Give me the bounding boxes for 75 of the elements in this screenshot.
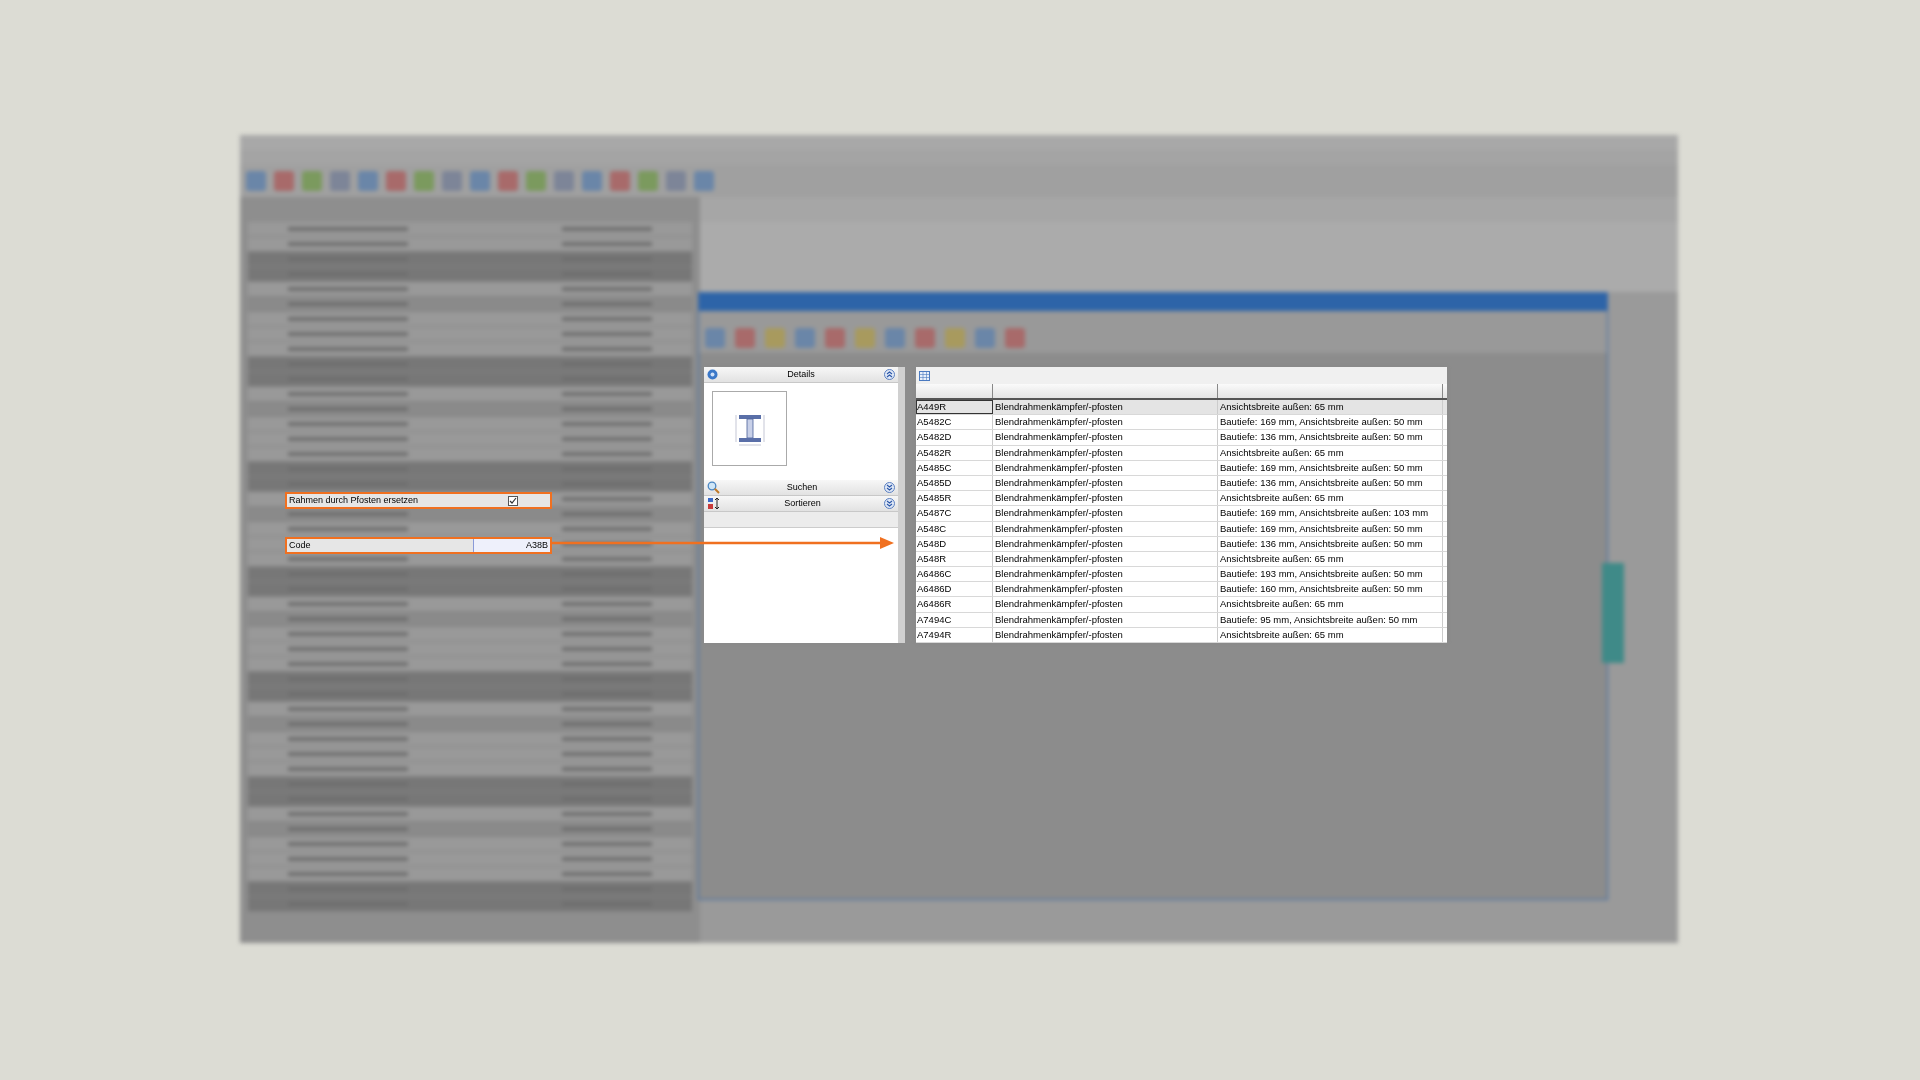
table-cell: Bautiefe: 169 mm, Ansichtsbreite außen: 50 mm: [1218, 460, 1443, 475]
section-title: Sortieren: [783, 496, 822, 510]
table-cell: Blendrahmenkämpfer/-pfosten: [993, 475, 1218, 491]
table-cell: Ansichtsbreite außen: 65 mm: [1218, 445, 1443, 460]
table-cell: Ansichtsbreite außen: 65 mm: [1218, 627, 1443, 642]
table-cell: Bautiefe: 136 mm, Ansichtsbreite außen: 50 mm: [1218, 430, 1443, 445]
table-cell: Blendrahmenkämpfer/-pfosten: [993, 536, 1218, 551]
code-field[interactable]: A38B: [473, 539, 550, 552]
table-cell: Blendrahmenkämpfer/-pfosten: [993, 612, 1218, 627]
table-cell: Blendrahmenkämpfer/-pfosten: [993, 430, 1218, 445]
table-cell: Ansichtsbreite außen: 65 mm: [1218, 597, 1443, 612]
table-cell: A449R: [916, 400, 993, 415]
table-cell: Bautiefe: 169 mm, Ansichtsbreite außen: 50 mm: [1218, 415, 1443, 430]
table-cell: Bautiefe: 136 mm, Ansichtsbreite außen: 50 mm: [1218, 536, 1443, 551]
table-cell: Ansichtsbreite außen: 65 mm: [1218, 491, 1443, 506]
table-cell: Bautiefe: 193 mm, Ansichtsbreite außen: 50 mm: [1218, 567, 1443, 582]
table-cell: Bautiefe: 95 mm, Ansichtsbreite außen: 50 mm: [1218, 612, 1443, 627]
table-cell: A548C: [916, 521, 993, 536]
table-cell: A548D: [916, 536, 993, 551]
table-cell: Blendrahmenkämpfer/-pfosten: [993, 506, 1218, 521]
table-cell: Blendrahmenkämpfer/-pfosten: [993, 567, 1218, 582]
search-icon: [707, 481, 720, 494]
section-header[interactable]: Sortieren: [704, 496, 898, 512]
property-row[interactable]: Rahmen durch Pfosten ersetzen: [285, 492, 552, 509]
table-cell: Blendrahmenkämpfer/-pfosten: [993, 445, 1218, 460]
table-cell: Ansichtsbreite außen: 65 mm: [1218, 551, 1443, 567]
table-row[interactable]: A449R Blendrahmenkämpfer/-pfosten Ansichtsbreite außen: 65 mm: [916, 400, 1447, 416]
expand-icon[interactable]: [884, 482, 895, 493]
table-cell: A5482C: [916, 415, 993, 430]
table-cell: Ansichtsbreite außen: 65 mm: [1218, 400, 1443, 415]
table-cell: A5485R: [916, 491, 993, 506]
property-label: Code: [288, 538, 312, 552]
table-row[interactable]: A6486R Blendrahmenkämpfer/-pfosten Ansichtsbreite außen: 65 mm: [916, 597, 1447, 613]
section-header[interactable]: Suchen: [704, 480, 898, 496]
table-row[interactable]: A6486C Blendrahmenkämpfer/-pfosten Bautiefe: 193 mm, Ansichtsbreite außen: 50 mm: [916, 567, 1447, 583]
table-cell: A5482R: [916, 445, 993, 460]
table-cell: Blendrahmenkämpfer/-pfosten: [993, 491, 1218, 506]
table-cell: Bautiefe: 169 mm, Ansichtsbreite außen: 50 mm: [1218, 521, 1443, 536]
table-cell: A6486D: [916, 582, 993, 597]
table-cell: Bautiefe: 160 mm, Ansichtsbreite außen: 50 mm: [1218, 582, 1443, 597]
section-header[interactable]: Details: [704, 367, 898, 383]
table-cell: Bautiefe: 169 mm, Ansichtsbreite außen: 103 mm: [1218, 506, 1443, 521]
sort-icon: [707, 497, 721, 510]
table-cell: Blendrahmenkämpfer/-pfosten: [993, 400, 1218, 415]
table-cell: Blendrahmenkämpfer/-pfosten: [993, 460, 1218, 475]
table-cell: A5482D: [916, 430, 993, 445]
table-cell: A548R: [916, 551, 993, 567]
table-cell: A7494R: [916, 627, 993, 642]
table-cell: A7494C: [916, 612, 993, 627]
collapse-icon[interactable]: [884, 369, 895, 380]
table-cell: A5485D: [916, 475, 993, 491]
table-icon[interactable]: [919, 370, 930, 381]
table-cell: A6486C: [916, 567, 993, 582]
property-label: Rahmen durch Pfosten ersetzen: [288, 493, 420, 507]
table-row[interactable]: A5482D Blendrahmenkämpfer/-pfosten Bautiefe: 136 mm, Ansichtsbreite außen: 50 mm: [916, 430, 1447, 446]
table-cell: Blendrahmenkämpfer/-pfosten: [993, 627, 1218, 642]
checkbox[interactable]: [508, 495, 518, 506]
table-row[interactable]: A6486D Blendrahmenkämpfer/-pfosten Bautiefe: 160 mm, Ansichtsbreite außen: 50 mm: [916, 582, 1447, 598]
table-cell: Bautiefe: 136 mm, Ansichtsbreite außen: 50 mm: [1218, 475, 1443, 491]
expand-icon[interactable]: [884, 498, 895, 509]
table-cell: Blendrahmenkämpfer/-pfosten: [993, 597, 1218, 612]
table-cell: A5487C: [916, 506, 993, 521]
table-cell: A5485C: [916, 460, 993, 475]
table-cell: Blendrahmenkämpfer/-pfosten: [993, 582, 1218, 597]
table-row[interactable]: A5482C Blendrahmenkämpfer/-pfosten Bautiefe: 169 mm, Ansichtsbreite außen: 50 mm: [916, 415, 1447, 431]
property-row[interactable]: Code A38B: [285, 537, 552, 554]
section-title: Details: [786, 367, 816, 381]
table-cell: Blendrahmenkämpfer/-pfosten: [993, 415, 1218, 430]
table-cell: A6486R: [916, 597, 993, 612]
table-row[interactable]: A5485R Blendrahmenkämpfer/-pfosten Ansichtsbreite außen: 65 mm: [916, 491, 1447, 507]
scrollbar[interactable]: [898, 367, 905, 643]
table-cell: Blendrahmenkämpfer/-pfosten: [993, 521, 1218, 536]
section-title: Suchen: [785, 480, 819, 494]
table-row[interactable]: A5487C Blendrahmenkämpfer/-pfosten Bautiefe: 169 mm, Ansichtsbreite außen: 103 mm: [916, 506, 1447, 522]
table-cell: Blendrahmenkämpfer/-pfosten: [993, 551, 1218, 567]
